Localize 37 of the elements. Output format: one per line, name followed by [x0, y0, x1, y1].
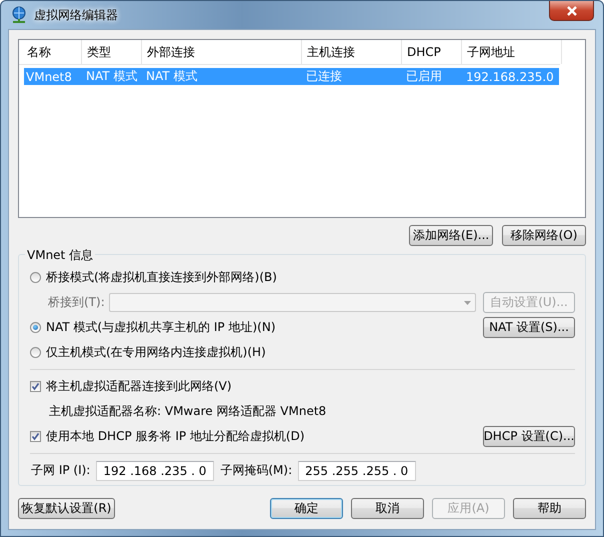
- field-label: 子网掩码(M):: [220, 462, 292, 479]
- mode-radio[interactable]: NAT 模式(与虚拟机共享主机的 IP 地址)(N): [30, 319, 276, 336]
- table-cell-text: 已启用: [405, 68, 443, 85]
- restore-defaults-button[interactable]: 恢复默认设置(R): [18, 498, 115, 519]
- mode-radio[interactable]: 仅主机模式(在专用网络内连接虚拟机)(H): [30, 344, 266, 361]
- table-cell-text: 192.168.235.0: [465, 68, 555, 85]
- table-cell-text: NAT 模式: [145, 68, 198, 85]
- help-button[interactable]: 帮助: [513, 498, 586, 519]
- column-header[interactable]: 类型: [82, 40, 142, 64]
- dhcp-settings-button[interactable]: DHCP 设置(C)...: [483, 426, 575, 447]
- table-cell-text: 已连接: [305, 68, 343, 85]
- close-icon: [566, 6, 578, 16]
- field-label: 桥接到(T):: [48, 294, 105, 311]
- cancel-button[interactable]: 取消: [351, 498, 424, 519]
- column-header[interactable]: DHCP: [402, 40, 462, 64]
- column-header[interactable]: 外部连接: [142, 40, 302, 64]
- mode-radio[interactable]: 桥接模式(将虚拟机直接连接到外部网络)(B): [30, 269, 277, 286]
- add-network-button[interactable]: 添加网络(E)...: [409, 225, 493, 246]
- close-button[interactable]: [549, 1, 594, 21]
- column-header[interactable]: 主机连接: [302, 40, 402, 64]
- table-cell-text: NAT 模式: [85, 68, 138, 85]
- remove-network-button[interactable]: 移除网络(O): [502, 225, 586, 246]
- dropdown-arrow-icon: [464, 300, 471, 304]
- subnet-ip-field[interactable]: 192 .168 .235 . 0: [96, 460, 214, 480]
- ok-button[interactable]: 确定: [270, 498, 343, 519]
- adapter-name-text: 主机虚拟适配器名称: VMware 网络适配器 VMnet8: [49, 403, 326, 420]
- group-title: VMnet 信息: [25, 247, 96, 264]
- window-title: 虚拟网络编辑器: [34, 6, 118, 24]
- settings-button[interactable]: NAT 设置(S)...: [483, 317, 575, 338]
- adapter-checkbox[interactable]: 将主机虚拟适配器连接到此网络(V): [30, 378, 232, 395]
- subnet-mask-field[interactable]: 255 .255 .255 . 0: [298, 460, 416, 480]
- table-cell-text: VMnet8: [25, 68, 73, 85]
- network-globe-icon: [10, 6, 28, 24]
- dhcp-checkbox[interactable]: 使用本地 DHCP 服务将 IP 地址分配给虚拟机(D): [30, 428, 305, 445]
- column-header[interactable]: 子网地址: [462, 40, 562, 64]
- column-header[interactable]: 名称: [22, 40, 82, 64]
- field-label: 子网 IP (I):: [31, 462, 90, 479]
